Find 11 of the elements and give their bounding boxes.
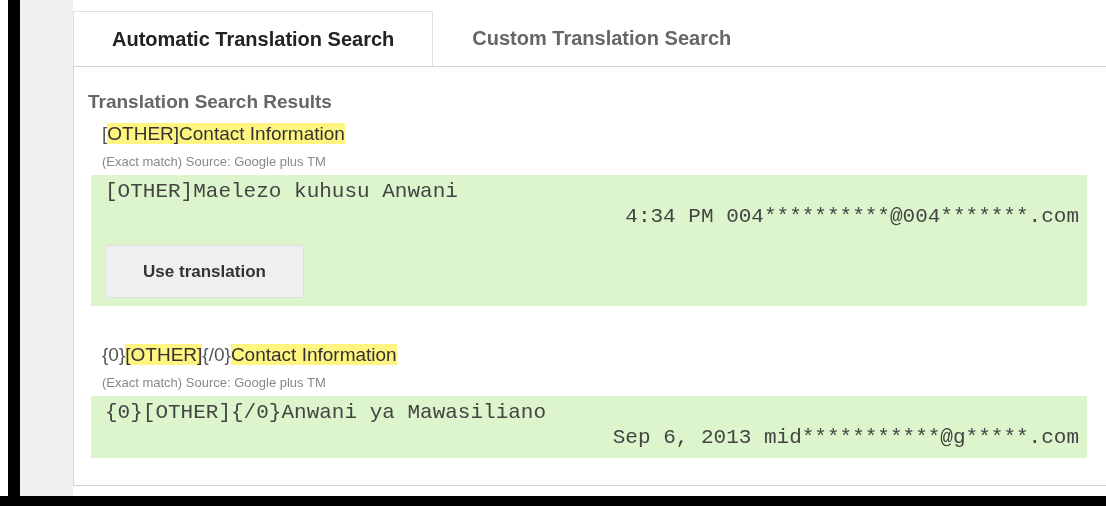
use-translation-button[interactable]: Use translation xyxy=(105,245,304,298)
translation-details: Sep 6, 2013 mid***********@g*****.com xyxy=(612,425,1079,450)
tab[interactable]: Automatic Translation Search xyxy=(73,11,434,67)
translation-details: 4:34 PM 004**********@004*******.com xyxy=(625,204,1079,229)
translation-text: {0}[OTHER]{/0}Anwani ya Mawasiliano xyxy=(105,400,548,425)
source-text: [OTHER]Contact Information xyxy=(101,122,346,146)
results-heading: Translation Search Results xyxy=(88,90,333,114)
match-info: (Exact match) Source: Google plus TM xyxy=(101,153,327,171)
tab[interactable]: Custom Translation Search xyxy=(433,10,771,66)
translation-text: [OTHER]Maelezo kuhusu Anwani xyxy=(105,179,459,204)
match-info: (Exact match) Source: Google plus TM xyxy=(101,374,327,392)
